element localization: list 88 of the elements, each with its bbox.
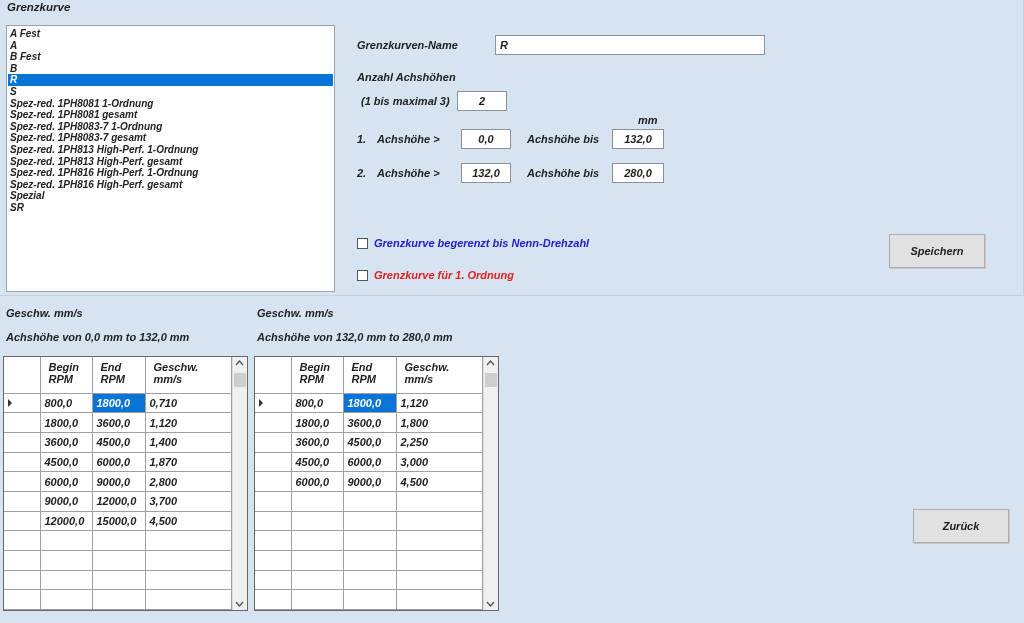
row-pointer-icon — [8, 398, 12, 407]
table-cell[interactable]: 4500,0 — [291, 452, 343, 472]
table-cell[interactable]: 9000,0 — [40, 491, 92, 512]
table-cell[interactable]: 3600,0 — [343, 412, 396, 433]
table-cell[interactable]: 9000,0 — [92, 471, 145, 492]
table-caption: Geschw. mm/s — [257, 307, 334, 319]
table-cell[interactable]: 1,800 — [396, 412, 482, 433]
table-cell[interactable]: 1,400 — [145, 432, 231, 453]
to-field[interactable]: 132,0 — [612, 129, 664, 150]
list-item[interactable]: Spez-red. 1PH813 High-Perf. gesamt — [8, 155, 333, 168]
table-cell[interactable]: 4500,0 — [40, 452, 92, 472]
table-cell[interactable]: 3600,0 — [40, 432, 92, 453]
save-button[interactable]: Speichern — [889, 234, 985, 268]
list-item[interactable]: Spezial — [8, 190, 333, 202]
count-field[interactable]: 2 — [457, 91, 507, 112]
scroll-thumb[interactable] — [233, 373, 246, 387]
name-field[interactable]: R — [495, 35, 765, 55]
back-button[interactable]: Zurück — [913, 509, 1009, 543]
row-number: 1. — [357, 133, 368, 146]
table-cell[interactable]: 0,710 — [145, 393, 231, 413]
list-item[interactable]: SR — [8, 201, 333, 214]
field-label: Achshöhe bis — [527, 167, 601, 180]
table-cell[interactable]: 3600,0 — [291, 432, 343, 453]
column-header: Geschw. mm/s — [396, 357, 482, 394]
table-cell[interactable]: 1,120 — [396, 393, 482, 413]
checkbox-label: Grenzkurve begerenzt bis Nenn-Drehzahl — [374, 237, 590, 250]
list-item[interactable]: Spez-red. 1PH8081 gesamt — [8, 109, 333, 121]
table-cell[interactable]: 9000,0 — [343, 471, 396, 492]
checkbox-label: Grenzkurve für 1. Ordnung — [374, 269, 514, 282]
list-item[interactable]: S — [8, 85, 333, 98]
table-caption: Geschw. mm/s — [6, 307, 83, 319]
column-header: Begin RPM — [40, 357, 92, 394]
list-item[interactable]: Spez-red. 1PH816 High-Perf. gesamt — [8, 178, 333, 191]
table-cell[interactable]: 15000,0 — [92, 511, 145, 531]
from-field[interactable]: 132,0 — [461, 163, 511, 184]
table-cell[interactable]: 12000,0 — [92, 491, 145, 512]
column-header: Geschw. mm/s — [145, 357, 231, 394]
table-cell[interactable]: 4,500 — [145, 511, 231, 531]
table-cell[interactable]: 1,870 — [145, 452, 231, 472]
table-cell[interactable]: 6000,0 — [40, 471, 92, 492]
table-caption: Achshöhe von 132,0 mm to 280,0 mm — [257, 331, 453, 343]
checkbox[interactable] — [357, 269, 368, 281]
section-label: Anzahl Achshöhen — [357, 71, 456, 84]
table-cell[interactable]: 6000,0 — [343, 452, 396, 472]
unit-label: mm — [638, 114, 658, 127]
row-number: 2. — [357, 167, 368, 180]
table-cell[interactable]: 2,800 — [145, 471, 231, 492]
table-cell[interactable]: 800,0 — [40, 393, 92, 413]
list-item[interactable]: Spez-red. 1PH8083-7 1-Ordnung — [8, 120, 333, 133]
table-cell[interactable]: 3,000 — [396, 452, 482, 472]
from-field[interactable]: 0,0 — [461, 129, 511, 150]
list-item[interactable]: A Fest — [8, 28, 333, 40]
field-label: (1 bis maximal 3) — [360, 95, 451, 108]
row-pointer-icon — [259, 398, 263, 407]
field-label: Achshöhe > — [377, 167, 441, 180]
curve-list[interactable] — [6, 25, 335, 292]
table-cell[interactable]: 1800,0 — [291, 412, 343, 433]
table-cell[interactable]: 800,0 — [291, 393, 343, 413]
checkbox[interactable] — [357, 237, 368, 249]
table-cell[interactable]: 3600,0 — [92, 412, 145, 433]
table-cell[interactable]: 6000,0 — [291, 471, 343, 492]
column-header: End RPM — [343, 357, 396, 394]
table-cell[interactable]: 6000,0 — [92, 452, 145, 472]
list-item[interactable]: Spez-red. 1PH8083-7 gesamt — [8, 132, 333, 144]
table-cell[interactable]: 2,250 — [396, 432, 482, 453]
list-item[interactable]: B Fest — [8, 51, 333, 63]
field-label: Grenzkurven-Name — [357, 38, 459, 52]
scroll-thumb[interactable] — [484, 373, 497, 387]
field-label: Achshöhe > — [377, 133, 441, 146]
table-cell[interactable]: 4500,0 — [92, 432, 145, 453]
table-cell[interactable]: 4,500 — [396, 471, 482, 492]
list-item[interactable]: Spez-red. 1PH8081 1-Ordnung — [8, 97, 333, 110]
to-field[interactable]: 280,0 — [612, 163, 664, 184]
column-header: End RPM — [92, 357, 145, 394]
list-item[interactable]: A — [8, 39, 333, 52]
list-item[interactable]: Spez-red. 1PH816 High-Perf. 1-Ordnung — [8, 167, 333, 179]
table-cell[interactable]: 1,120 — [145, 412, 231, 433]
table-caption: Achshöhe von 0,0 mm to 132,0 mm — [6, 331, 190, 343]
column-header: Begin RPM — [291, 357, 343, 394]
field-label: Achshöhe bis — [527, 133, 601, 146]
list-item[interactable]: R — [8, 74, 333, 86]
table-cell[interactable]: 4500,0 — [343, 432, 396, 453]
list-item[interactable]: Spez-red. 1PH813 High-Perf. 1-Ordnung — [8, 143, 333, 156]
table-cell[interactable]: 3,700 — [145, 491, 231, 512]
table-cell[interactable]: 12000,0 — [40, 511, 92, 531]
list-item[interactable]: B — [8, 62, 333, 75]
table-cell[interactable]: 1800,0 — [40, 412, 92, 433]
group-title: Grenzkurve — [7, 1, 71, 14]
